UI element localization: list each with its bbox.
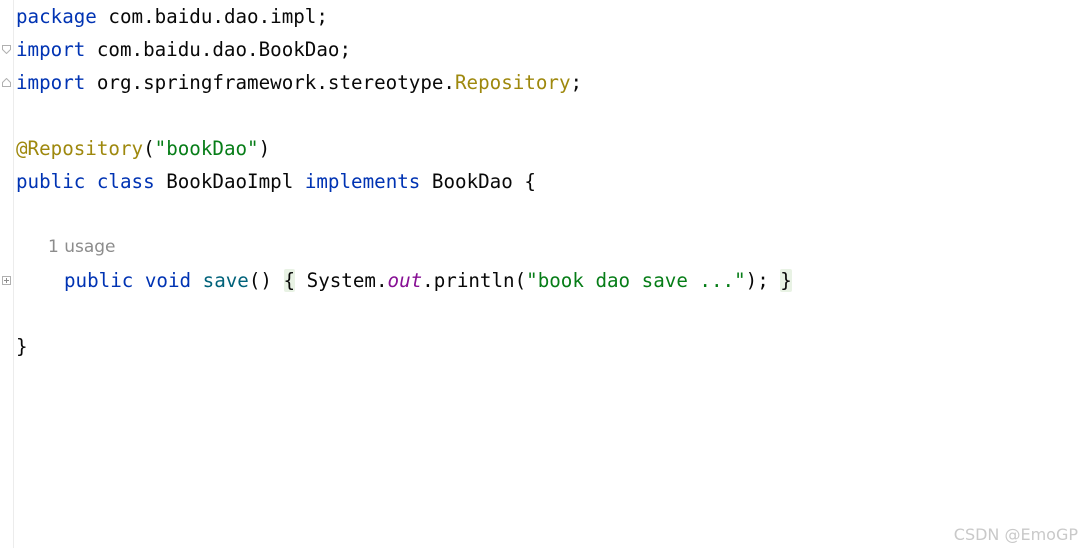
package-name: com.baidu.dao.impl; bbox=[96, 5, 328, 28]
code-line-closing-brace[interactable]: } bbox=[16, 330, 28, 363]
watermark: CSDN @EmoGP bbox=[953, 525, 1078, 544]
code-line-class-declaration[interactable]: public class BookDaoImpl implements Book… bbox=[16, 165, 536, 198]
code-line-import-repository[interactable]: import org.springframework.stereotype.Re… bbox=[16, 66, 582, 99]
editor-gutter bbox=[0, 0, 14, 548]
string-literal: "bookDao" bbox=[154, 137, 259, 160]
keyword-import: import bbox=[16, 71, 86, 94]
string-literal: "book dao save ..." bbox=[526, 269, 746, 292]
brace-close-highlight: } bbox=[780, 269, 792, 292]
fold-start-icon[interactable] bbox=[2, 45, 11, 54]
class-name: BookDaoImpl bbox=[154, 170, 305, 193]
fold-expand-icon[interactable] bbox=[2, 276, 11, 285]
system-class: System. bbox=[295, 269, 388, 292]
code-line-save-method[interactable]: public void save() { System.out.println(… bbox=[64, 264, 792, 297]
fold-end-icon[interactable] bbox=[2, 78, 11, 87]
semicolon: ; bbox=[570, 71, 583, 94]
keyword-package: package bbox=[16, 5, 97, 28]
code-line-import-bookdao[interactable]: import com.baidu.dao.BookDao; bbox=[16, 33, 351, 66]
import-path: com.baidu.dao.BookDao; bbox=[85, 38, 352, 61]
interface-name: BookDao { bbox=[420, 170, 536, 193]
method-parens: () bbox=[248, 269, 284, 292]
keyword-class: class bbox=[96, 170, 155, 193]
closing-brace: } bbox=[16, 335, 28, 358]
keyword-import: import bbox=[16, 38, 86, 61]
paren-open: ( bbox=[143, 137, 155, 160]
import-path: org.springframework.stereotype. bbox=[85, 71, 455, 94]
usage-inlay-hint[interactable]: 1 usage bbox=[48, 233, 116, 261]
annotation: @Repository bbox=[16, 137, 144, 160]
paren-close: ) bbox=[258, 137, 271, 160]
statement-end: ); bbox=[745, 269, 781, 292]
code-editor[interactable]: package com.baidu.dao.impl; import com.b… bbox=[0, 0, 1082, 548]
println-call: .println( bbox=[422, 269, 527, 292]
method-name: save bbox=[202, 269, 249, 292]
brace-open-highlight: { bbox=[283, 269, 296, 292]
code-line-package[interactable]: package com.baidu.dao.impl; bbox=[16, 0, 328, 33]
static-field-out: out bbox=[387, 269, 423, 292]
code-line-annotation[interactable]: @Repository("bookDao") bbox=[16, 132, 270, 165]
keyword-public: public bbox=[16, 170, 86, 193]
keyword-void: void bbox=[144, 269, 192, 292]
keyword-implements: implements bbox=[304, 170, 421, 193]
keyword-public: public bbox=[64, 269, 134, 292]
imported-class: Repository bbox=[454, 71, 571, 94]
